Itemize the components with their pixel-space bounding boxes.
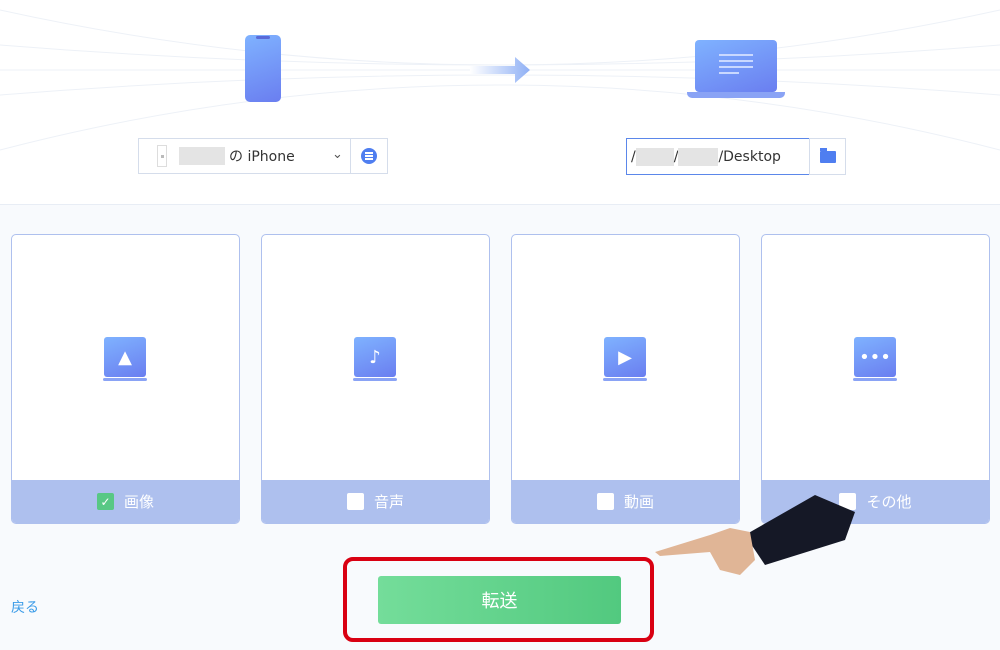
destination-path-field[interactable]: / / /Desktop bbox=[626, 138, 810, 175]
path-segment: /Desktop bbox=[718, 148, 781, 165]
category-label: 動画 bbox=[623, 493, 654, 511]
video-icon: ▶ bbox=[603, 337, 647, 381]
back-link[interactable]: 戻る bbox=[11, 597, 39, 617]
iphone-icon bbox=[245, 35, 281, 102]
transfer-header: の iPhone ⌄ / / /Desktop bbox=[0, 0, 1000, 205]
checkbox-audio[interactable] bbox=[346, 493, 364, 510]
device-name: の iPhone bbox=[229, 149, 295, 165]
transfer-button[interactable]: 転送 bbox=[378, 576, 621, 624]
checkbox-video[interactable] bbox=[596, 493, 614, 510]
laptop-base bbox=[687, 92, 785, 98]
category-card-audio[interactable]: ♪ 音声 bbox=[261, 234, 490, 524]
blurred-path bbox=[678, 147, 719, 166]
image-icon: ▲ bbox=[103, 337, 147, 381]
category-card-other[interactable]: ••• その他 bbox=[761, 234, 990, 524]
list-icon bbox=[361, 148, 377, 164]
browse-folder-button[interactable] bbox=[809, 138, 846, 175]
arrow-right-icon bbox=[470, 57, 530, 83]
category-label: 音声 bbox=[373, 493, 404, 511]
computer-icon bbox=[695, 40, 777, 92]
category-card-images[interactable]: ▲ ✓ 画像 bbox=[11, 234, 240, 524]
category-card-video[interactable]: ▶ 動画 bbox=[511, 234, 740, 524]
iphone-mini-icon bbox=[157, 145, 167, 167]
more-icon: ••• bbox=[853, 337, 897, 381]
category-label: 画像 bbox=[123, 493, 154, 511]
blurred-path bbox=[635, 147, 674, 166]
blurred-device-name bbox=[179, 147, 225, 165]
category-label: その他 bbox=[866, 493, 912, 511]
pointing-hand-icon bbox=[655, 495, 855, 575]
folder-icon bbox=[819, 147, 836, 163]
checkbox-images[interactable]: ✓ bbox=[96, 493, 114, 510]
device-menu-button[interactable] bbox=[350, 139, 387, 173]
device-select[interactable]: の iPhone ⌄ bbox=[138, 138, 388, 174]
chevron-down-icon[interactable]: ⌄ bbox=[332, 147, 343, 162]
music-icon: ♪ bbox=[353, 337, 397, 381]
background-lines bbox=[0, 9, 1000, 151]
